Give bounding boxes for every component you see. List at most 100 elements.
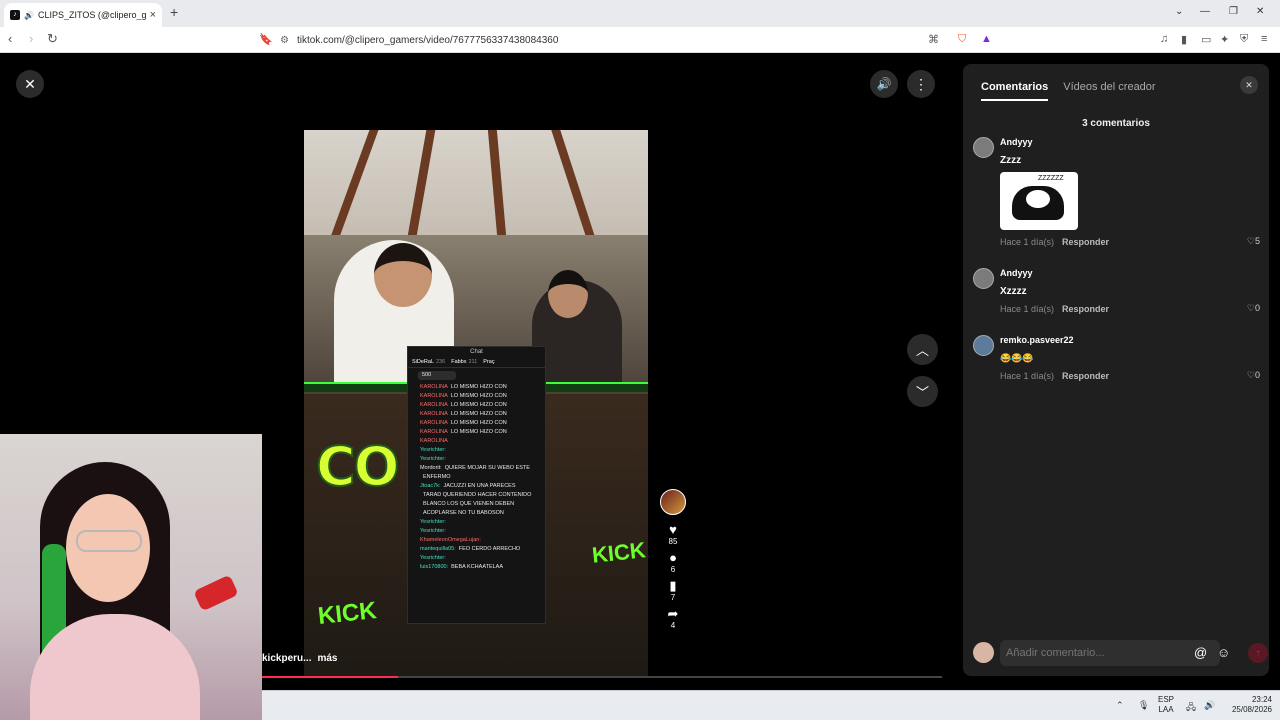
tab-search-chevron-icon[interactable]: ⌄ [1175,6,1183,17]
chat-username: Yesrichter: [420,528,446,534]
webcam-overlay [0,434,262,720]
panel-close-button[interactable]: ✕ [1240,76,1258,94]
network-icon[interactable]: 🖧 [1186,700,1196,716]
previous-video-button[interactable]: ︿ [907,334,938,365]
translate-icon[interactable]: ⌘ [928,33,939,46]
reload-icon[interactable]: ↻ [47,31,58,47]
reply-button[interactable]: Responder [1062,371,1109,381]
vpn-icon[interactable]: ⛨ [1240,33,1248,46]
avatar[interactable] [973,137,994,158]
chat-username: luis170800: [420,564,449,570]
video-progress-bar[interactable] [262,676,942,678]
close-icon: ✕ [1245,79,1253,90]
chat-username: Jtoac7k: [420,483,441,489]
maximize-icon[interactable]: ❐ [1229,6,1238,17]
comment-username[interactable]: remko.pasveer22 [1000,335,1260,345]
brave-rewards-icon[interactable]: ▲ [981,33,992,45]
media-icon[interactable]: ♫ [1160,33,1168,45]
comment-text: Xzzzz [1000,286,1027,297]
url-text: tiktok.com/@clipero_gamers/video/7677756… [296,34,559,46]
comment-username[interactable]: Andyyy [1000,137,1260,147]
comment-input[interactable] [1000,640,1220,666]
like-button[interactable]: ♥ 85 [658,523,688,547]
sticker-dog-face [1026,190,1050,208]
chat-username: Yesrichter: [420,456,446,462]
caption-more-link[interactable]: más [317,653,337,664]
avatar[interactable] [973,335,994,356]
chevron-up-icon[interactable]: ⌃ [1116,700,1124,711]
comment-username[interactable]: Andyyy [1000,268,1260,278]
leo-ai-icon[interactable]: ✦ [1220,33,1229,46]
volume-button[interactable]: 🔊 [870,70,898,98]
chat-line: ACOPLARSE NO TU BABOSON [408,509,545,518]
mention-icon[interactable]: @ [1194,645,1207,660]
sidebar-icon[interactable]: ▮ [1181,33,1187,46]
comment-like-button[interactable]: ♡0 [1247,303,1260,314]
more-options-button[interactable]: ⋮ [907,70,935,98]
chat-message: LO MISMO HIZO CON [450,384,507,390]
share-button[interactable]: ➦ 4 [658,607,688,631]
comment-button[interactable]: ● 6 [658,551,688,575]
reply-button[interactable]: Responder [1062,237,1109,247]
tiktok-favicon-icon: ♪ [10,10,20,20]
save-button[interactable]: ▮ 7 [658,578,688,603]
chat-line: KAROLINA LO MISMO HIZO CON [408,419,545,428]
video-actions: ♥ 85 ● 6 ▮ 7 ➦ 4 [658,489,688,635]
browser-tab[interactable]: ♪ 🔊 CLIPS_ZITOS (@clipero_gamers) × [4,3,162,27]
creator-avatar[interactable] [660,489,686,515]
comment-like-count: 5 [1254,236,1260,246]
reply-button[interactable]: Responder [1062,304,1109,314]
comment-like-button[interactable]: ♡0 [1247,370,1260,381]
menu-icon[interactable]: ≡ [1261,33,1267,45]
chat-username: mantequilla05: [420,546,456,552]
chat-username: Yesrichter: [420,447,446,453]
heart-outline-icon: ♡ [1246,236,1255,246]
minimize-icon[interactable]: — [1200,6,1210,17]
comment-time: Hace 1 día(s) [1000,236,1055,247]
send-button[interactable]: ↑ [1248,643,1268,663]
speaker-icon[interactable]: 🔊 [24,11,34,20]
site-info-icon[interactable]: ⚙ [280,35,289,46]
address-bar[interactable]: ⚙ tiktok.com/@clipero_gamers/video/76777… [280,30,1000,50]
comment-sticker: ZZZZZZ [1000,172,1078,230]
emoji-icon[interactable]: ☺ [1217,645,1230,660]
webcam-microphone [193,574,239,612]
progress-fill [262,676,398,678]
lang-top: ESP [1158,695,1175,704]
window-close-icon[interactable]: ✕ [1256,6,1264,17]
sticker-text: ZZZZZZ [1038,175,1064,182]
chat-leader-score: 236 [436,359,446,365]
chat-username: KAROLINA [420,384,448,390]
comment-count-label: 3 comentarios [1082,118,1150,129]
forward-icon[interactable]: › [29,31,33,46]
tab-close-icon[interactable]: × [150,9,156,21]
input-language[interactable]: ESP LAA [1158,695,1174,715]
avatar[interactable] [973,268,994,289]
chat-leader: Fabbx 211 [451,359,477,365]
back-icon[interactable]: ‹ [8,31,12,46]
wallet-icon[interactable]: ▭ [1201,33,1211,46]
new-tab-icon[interactable]: + [170,4,178,20]
volume-icon[interactable]: 🔊 [1204,700,1215,711]
comment-time: Hace 1 día(s) [1000,303,1055,314]
comment-time: Hace 1 día(s) [1000,370,1055,381]
chat-lines: KAROLINA LO MISMO HIZO CON KAROLINA LO MISM… [408,383,545,572]
tab-comments[interactable]: Comentarios [981,81,1049,101]
system-clock[interactable]: 23:24 25/08/2026 [1226,695,1272,715]
microphone-icon[interactable]: 🎙 [1138,700,1149,711]
chat-pill: 500 [418,371,456,380]
chat-username: Yesrichter: [420,555,446,561]
heart-outline-icon: ♡ [1246,303,1255,313]
tab-creator-videos[interactable]: Vídeos del creador [1063,81,1155,101]
webcam-glasses [76,530,142,552]
bookmark-icon[interactable]: 🔖 [259,33,273,46]
comment-like-button[interactable]: ♡5 [1247,236,1260,247]
brave-shield-icon[interactable]: ⛉ [958,33,966,46]
chat-leader-name: Praç [483,359,495,365]
chat-line: BLANCO LOS QUE VIENEN DEBEN [408,500,545,509]
bookmark-icon: ▮ [669,578,677,593]
chat-line: luis170800: BEBA KCHAATELAA [408,563,545,572]
comment-like-count: 0 [1254,370,1260,380]
close-video-button[interactable]: ✕ [16,70,44,98]
next-video-button[interactable]: ﹀ [907,376,938,407]
